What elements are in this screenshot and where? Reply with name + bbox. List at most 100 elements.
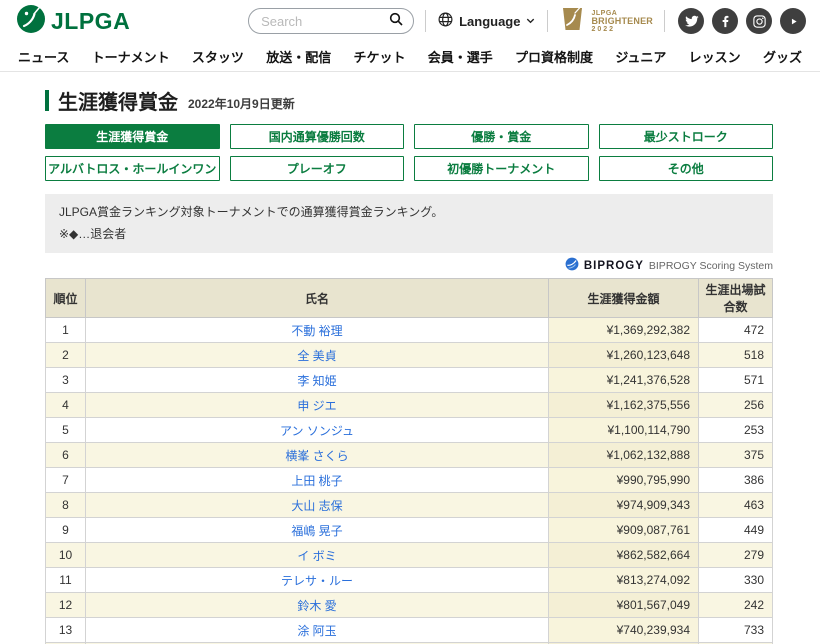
name-cell: イ ボミ [86,543,549,568]
nav-item[interactable]: レッスン [689,47,741,66]
search-icon[interactable] [388,11,404,32]
nav-item[interactable]: チケット [353,47,405,66]
table-row: 4申 ジエ¥1,162,375,556256 [46,393,773,418]
rank-cell: 6 [46,443,86,468]
instagram-icon[interactable] [746,8,772,34]
table-row: 6横峯 さくら¥1,062,132,888375 [46,443,773,468]
player-link[interactable]: 涂 阿玉 [297,624,336,638]
divider [664,10,665,32]
nav-item[interactable]: グッズ [763,47,802,66]
rank-cell: 8 [46,493,86,518]
games-cell: 256 [699,393,773,418]
money-cell: ¥862,582,664 [549,543,699,568]
money-cell: ¥974,909,343 [549,493,699,518]
player-link[interactable]: 鈴木 愛 [297,599,336,613]
page-title: 生涯獲得賞金 [58,86,178,115]
money-cell: ¥1,062,132,888 [549,443,699,468]
nav-item[interactable]: 放送・配信 [266,47,331,66]
money-cell: ¥909,087,761 [549,518,699,543]
filter-button[interactable]: アルバトロス・ホールインワン [45,156,220,181]
rank-cell: 7 [46,468,86,493]
player-link[interactable]: 申 ジエ [297,399,336,413]
filter-button[interactable]: 初優勝トーナメント [414,156,589,181]
table-row: 11テレサ・ルー¥813,274,092330 [46,568,773,593]
filter-button[interactable]: プレーオフ [230,156,405,181]
filter-button[interactable]: 生涯獲得賞金 [45,124,220,149]
filter-button[interactable]: 優勝・賞金 [414,124,589,149]
col-money: 生涯獲得金額 [549,279,699,318]
rank-cell: 9 [46,518,86,543]
scoring-system-label: BIPROGY Scoring System [649,260,773,272]
games-cell: 386 [699,468,773,493]
name-cell: 李 知姫 [86,368,549,393]
money-cell: ¥801,567,049 [549,593,699,618]
name-cell: 上田 桃子 [86,468,549,493]
player-link[interactable]: 福嶋 晃子 [291,524,342,538]
jlpga-logo-icon [16,4,46,39]
jlpga-brightener-logo[interactable]: JLPGA BRIGHTENER 2022 [559,4,653,39]
player-link[interactable]: 大山 志保 [291,499,342,513]
rank-cell: 3 [46,368,86,393]
ranking-table-body: 1不動 裕理¥1,369,292,3824722全 美貞¥1,260,123,6… [46,318,773,644]
nav-item[interactable]: トーナメント [92,47,170,66]
notice-box: JLPGA賞金ランキング対象トーナメントでの通算獲得賞金ランキング。 ※◆…退会… [45,194,773,253]
name-cell: 横峯 さくら [86,443,549,468]
player-link[interactable]: 李 知姫 [297,374,336,388]
rank-cell: 1 [46,318,86,343]
games-cell: 279 [699,543,773,568]
money-cell: ¥990,795,990 [549,468,699,493]
jlpga-logo[interactable]: JLPGA [16,4,130,39]
table-row: 3李 知姫¥1,241,376,528571 [46,368,773,393]
rank-cell: 10 [46,543,86,568]
games-cell: 330 [699,568,773,593]
games-cell: 253 [699,418,773,443]
search-input[interactable] [261,14,388,29]
filter-button[interactable]: その他 [599,156,774,181]
notice-line-2: ※◆…退会者 [59,224,759,246]
money-cell: ¥740,239,934 [549,618,699,643]
games-cell: 463 [699,493,773,518]
table-row: 9 福嶋 晃子 ¥909,087,761449 [46,518,773,543]
filter-button[interactable]: 最少ストローク [599,124,774,149]
player-link[interactable]: イ ボミ [297,549,336,563]
nav-item[interactable]: プロ資格制度 [515,47,593,66]
title-accent-bar [45,90,49,111]
globe-icon [437,11,454,31]
youtube-icon[interactable] [780,8,806,34]
nav-item[interactable]: スタッツ [192,47,244,66]
col-name: 氏名 [86,279,549,318]
biprogy-icon [565,257,579,276]
main-nav: ニュース トーナメント スタッツ 放送・配信 チケット 会員・選手 プロ資格制度 ジュニア レッ… [0,42,820,72]
notice-line-1: JLPGA賞金ランキング対象トーナメントでの通算獲得賞金ランキング。 [59,202,759,224]
player-link[interactable]: テレサ・ルー [281,574,353,588]
games-cell: 449 [699,518,773,543]
search-box[interactable] [248,8,414,34]
table-header-row: 順位 氏名 生涯獲得金額 生涯出場試合数 [46,279,773,318]
rank-cell: 13 [46,618,86,643]
rank-cell: 4 [46,393,86,418]
updated-date: 2022年10月9日更新 [188,95,295,112]
nav-item[interactable]: 会員・選手 [428,47,493,66]
player-link[interactable]: 不動 裕理 [291,324,342,338]
name-cell: 申 ジエ [86,393,549,418]
player-link[interactable]: アン ソンジュ [280,424,354,438]
facebook-icon[interactable] [712,8,738,34]
filter-button[interactable]: 国内通算優勝回数 [230,124,405,149]
table-row: 1不動 裕理¥1,369,292,382472 [46,318,773,343]
rank-cell: 2 [46,343,86,368]
games-cell: 242 [699,593,773,618]
name-cell: 福嶋 晃子 [86,518,549,543]
twitter-icon[interactable] [678,8,704,34]
title-row: 生涯獲得賞金 2022年10月9日更新 [45,86,773,115]
table-row: 12鈴木 愛¥801,567,049242 [46,593,773,618]
divider [547,10,548,32]
player-link[interactable]: 横峯 さくら [285,449,348,463]
player-link[interactable]: 全 美貞 [297,349,336,363]
nav-item[interactable]: ジュニア [615,47,666,66]
site-header: JLPGA Language [0,0,820,42]
player-link[interactable]: 上田 桃子 [291,474,342,488]
brightener-mark-icon [559,4,587,39]
nav-item[interactable]: ニュース [18,47,69,66]
ranking-table: 順位 氏名 生涯獲得金額 生涯出場試合数 1不動 裕理¥1,369,292,38… [45,278,773,644]
language-selector[interactable]: Language [437,11,536,31]
